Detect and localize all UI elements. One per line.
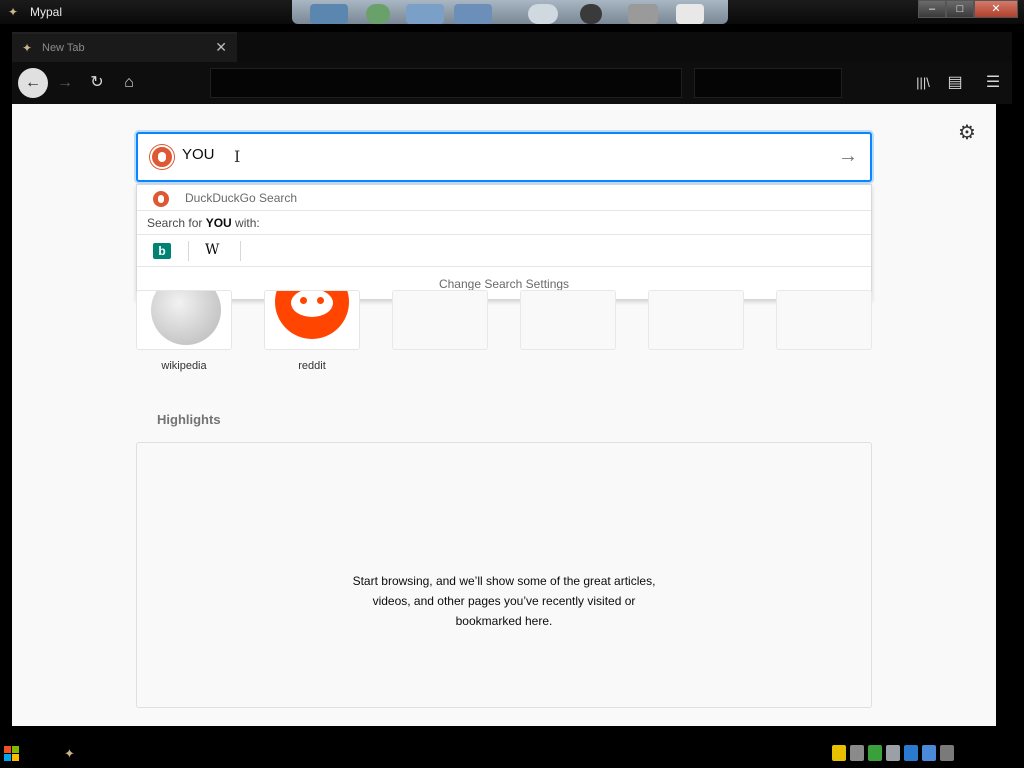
- start-logo-square: [4, 754, 11, 761]
- top-site-wikipedia[interactable]: [136, 290, 232, 350]
- bing-icon[interactable]: b: [153, 243, 171, 259]
- desktop-icon: [310, 4, 348, 24]
- top-site-empty[interactable]: [776, 290, 872, 350]
- desktop-icon: [628, 4, 658, 24]
- home-button[interactable]: ⌂: [114, 68, 144, 98]
- window-title: Mypal: [30, 5, 63, 19]
- reddit-face: [291, 291, 333, 317]
- library-button[interactable]: |||\: [908, 68, 938, 98]
- sidebar-button[interactable]: ▤: [940, 68, 970, 98]
- suggestion-label: DuckDuckGo Search: [185, 191, 298, 205]
- highlights-empty-message: Start browsing, and we’ll show some of t…: [137, 571, 871, 631]
- desktop-icon: [366, 4, 390, 24]
- tray-icon[interactable]: [886, 745, 900, 761]
- back-button[interactable]: ←: [18, 68, 48, 98]
- duckduckgo-icon: [153, 191, 169, 207]
- new-tab-page: ⚙ YOU I → DuckDuckGo Search Search for Y…: [12, 104, 996, 726]
- tray-icon[interactable]: [868, 745, 882, 761]
- menu-button[interactable]: ☰: [978, 68, 1008, 98]
- mypal-icon: ✦: [22, 41, 33, 55]
- highlights-empty-line: Start browsing, and we’ll show some of t…: [352, 574, 656, 588]
- tray-icon[interactable]: [940, 745, 954, 761]
- security-tray-icon[interactable]: [832, 745, 846, 761]
- wikipedia-globe-icon: [151, 291, 221, 345]
- url-bar[interactable]: [210, 68, 682, 98]
- os-taskbar: ✦: [0, 740, 1024, 768]
- desktop-icons-strip: [292, 0, 728, 24]
- desktop-icon: [406, 4, 444, 24]
- one-off-search-engines: b W: [137, 235, 871, 267]
- maximize-button[interactable]: □: [946, 0, 974, 18]
- highlights-empty-line: videos, and other pages you’ve recently …: [372, 594, 636, 608]
- tray-icon[interactable]: [922, 745, 936, 761]
- top-site-label: wikipedia: [161, 360, 207, 372]
- desktop-icon: [580, 4, 602, 24]
- divider: [240, 241, 241, 261]
- system-tray: [832, 745, 954, 761]
- search-for-header: Search for YOU with:: [137, 211, 871, 235]
- tray-icon[interactable]: [850, 745, 864, 761]
- search-for-term: YOU: [205, 216, 232, 230]
- mypal-icon: ✦: [8, 5, 19, 19]
- reddit-eye: [317, 297, 324, 304]
- start-logo-square: [12, 746, 19, 753]
- tab-bar: ✦ New Tab ✕: [12, 32, 1012, 62]
- start-logo-square: [12, 754, 19, 761]
- navigation-toolbar: ← → ↻ ⌂ |||\ ▤ ☰: [12, 62, 1012, 104]
- close-window-button[interactable]: ✕: [974, 0, 1018, 18]
- top-site-empty[interactable]: [392, 290, 488, 350]
- gear-icon[interactable]: ⚙: [956, 122, 978, 144]
- wikipedia-icon[interactable]: W: [205, 242, 219, 258]
- desktop-icon: [676, 4, 704, 24]
- desktop-icon: [454, 4, 492, 24]
- search-input[interactable]: YOU: [182, 146, 215, 163]
- highlights-panel: Start browsing, and we’ll show some of t…: [136, 442, 872, 708]
- tab-title: New Tab: [42, 42, 85, 54]
- top-site-empty[interactable]: [648, 290, 744, 350]
- top-site-empty[interactable]: [520, 290, 616, 350]
- desktop-icon: [528, 4, 558, 24]
- search-for-suffix: with:: [231, 216, 260, 230]
- forward-button[interactable]: →: [50, 68, 80, 98]
- change-search-settings-button[interactable]: Change Search Settings: [137, 267, 871, 301]
- tab-new-tab[interactable]: ✦ New Tab ✕: [12, 32, 237, 62]
- start-logo-square: [4, 746, 11, 753]
- divider: [188, 241, 189, 261]
- reload-button[interactable]: ↻: [82, 68, 112, 98]
- search-go-button[interactable]: →: [838, 145, 858, 168]
- minimize-button[interactable]: –: [918, 0, 946, 18]
- highlights-empty-line: bookmarked here.: [455, 614, 553, 628]
- tray-icon[interactable]: [904, 745, 918, 761]
- duckduckgo-icon: [150, 145, 174, 169]
- windows-start-icon[interactable]: [4, 746, 20, 762]
- highlights-heading: Highlights: [157, 412, 221, 427]
- window-caption-buttons: – □ ✕: [918, 0, 1018, 18]
- reddit-eye: [300, 297, 307, 304]
- toolbar-search-field[interactable]: [694, 68, 842, 98]
- search-for-prefix: Search for: [147, 216, 206, 230]
- text-cursor-icon: I: [234, 147, 241, 166]
- window-titlebar[interactable]: ✦ Mypal – □ ✕: [0, 0, 1024, 24]
- search-box[interactable]: YOU I →: [136, 132, 872, 182]
- close-tab-icon[interactable]: ✕: [215, 39, 227, 56]
- screen: ✦ Mypal – □ ✕ ✦ New Tab ✕ ← → ↻ ⌂ |||\ ▤…: [0, 0, 1024, 768]
- search-suggestions-dropdown: DuckDuckGo Search Search for YOU with: b…: [136, 184, 872, 300]
- mypal-taskbar-icon[interactable]: ✦: [64, 746, 75, 762]
- suggestion-duckduckgo-search[interactable]: DuckDuckGo Search: [137, 185, 871, 211]
- top-site-reddit[interactable]: [264, 290, 360, 350]
- top-site-label: reddit: [298, 360, 326, 372]
